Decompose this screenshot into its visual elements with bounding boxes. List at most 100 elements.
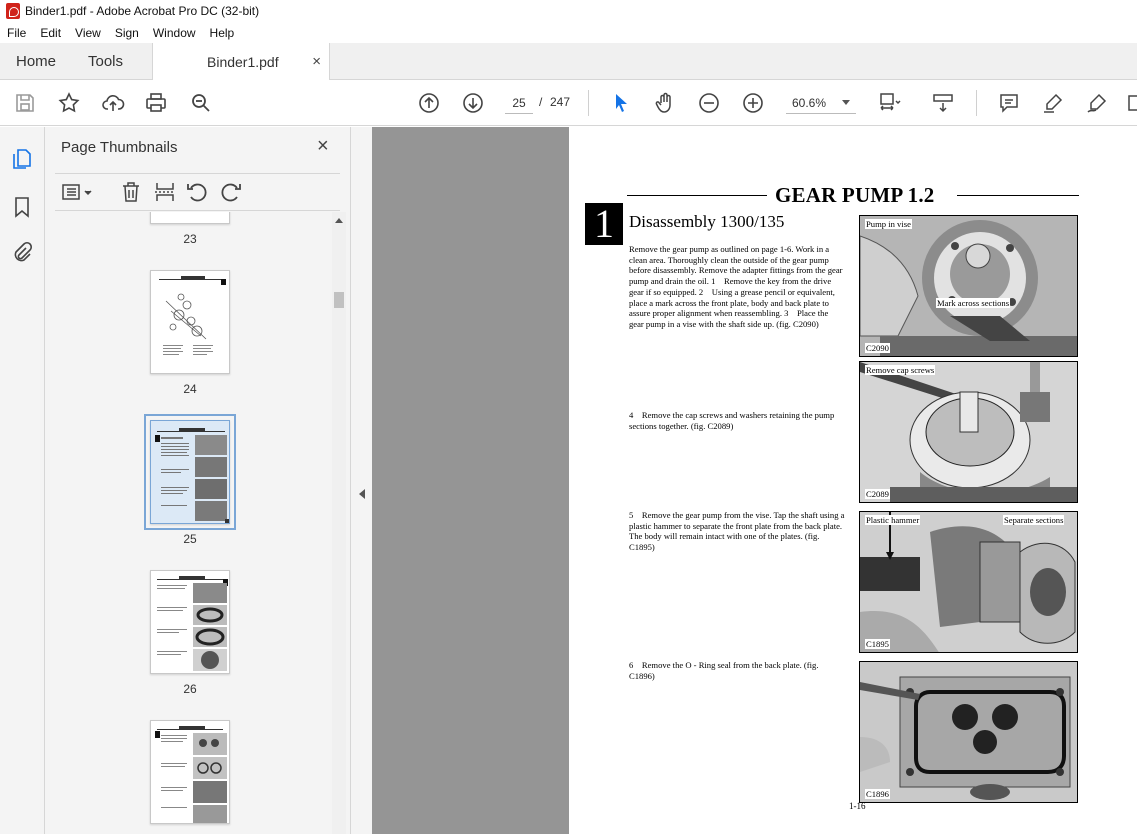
menu-view[interactable]: View	[68, 26, 108, 40]
pdf-page: GEAR PUMP 1.2 1 Disassembly 1300/135 Rem…	[569, 127, 1137, 834]
figure-code: C2089	[865, 489, 890, 499]
page-separator: /	[539, 95, 543, 109]
collapse-panel-icon[interactable]	[359, 489, 365, 499]
thumbnail-label: 25	[183, 532, 197, 546]
highlight-pen-icon[interactable]	[1040, 90, 1066, 116]
fit-page-icon[interactable]	[876, 90, 902, 116]
thumbnail-label: 24	[183, 382, 197, 396]
total-pages: 247	[550, 95, 571, 109]
figure-c1895: Plastic hammer Separate sections C1895	[859, 511, 1078, 653]
step-paragraph-5: 5 Remove the gear pump from the vise. Ta…	[629, 510, 845, 553]
thumbnail-list: 23 24 25 26	[55, 212, 345, 834]
figure-c1896: C1896	[859, 661, 1078, 803]
remove-cap-screws-photo	[860, 362, 1077, 502]
thumbnail-label: 23	[183, 232, 197, 246]
acrobat-app-icon	[6, 3, 20, 19]
thumbnail-page-23[interactable]	[150, 212, 230, 224]
o-ring-removal-photo	[860, 662, 1077, 802]
figure-label: Mark across sections	[936, 298, 1011, 308]
title-bar: Binder1.pdf - Adobe Acrobat Pro DC (32-b…	[0, 0, 1137, 22]
tab-home[interactable]: Home	[16, 43, 56, 80]
upload-cloud-icon[interactable]	[100, 90, 126, 116]
print-icon[interactable]	[143, 90, 169, 116]
bookmark-star-icon[interactable]	[56, 90, 82, 116]
figure-c2089: Remove cap screws C2089	[859, 361, 1078, 503]
document-view[interactable]: GEAR PUMP 1.2 1 Disassembly 1300/135 Rem…	[372, 127, 1137, 834]
zoom-in-icon[interactable]	[740, 90, 766, 116]
figure-label: Separate sections	[1003, 515, 1065, 525]
menu-bar: File Edit View Sign Window Help	[0, 22, 1137, 43]
page-thumbnails-panel: Page Thumbnails × 23 24 25 26	[45, 127, 350, 834]
figure-code: C1896	[865, 789, 890, 799]
thumbnail-page-26[interactable]	[150, 570, 230, 674]
step-paragraph-6: 6 Remove the O - Ring seal from the back…	[629, 660, 819, 681]
tab-document[interactable]: Binder1.pdf ×	[152, 43, 330, 81]
page-number-input[interactable]	[505, 92, 533, 114]
sign-pen-icon[interactable]	[1084, 90, 1110, 116]
figure-code: C2090	[865, 343, 890, 353]
toolbar-divider	[588, 90, 589, 116]
thumbnail-toolbar	[55, 173, 340, 211]
thumbnail-page-24[interactable]	[150, 270, 230, 374]
zoom-level-select[interactable]: 60.6%	[786, 92, 856, 114]
main-toolbar: / 247 60.6%	[0, 80, 1137, 126]
attachments-paperclip-icon[interactable]	[10, 241, 34, 265]
close-tab-icon[interactable]: ×	[312, 53, 321, 70]
menu-edit[interactable]: Edit	[33, 26, 68, 40]
pump-in-vise-photo	[860, 216, 1077, 356]
step-paragraph-1: Remove the gear pump as outlined on page…	[629, 244, 843, 329]
panel-splitter[interactable]	[350, 127, 372, 834]
section-number-box: 1	[585, 203, 623, 245]
thumbnail-scrollbar[interactable]	[332, 212, 346, 834]
thumbnail-page-27[interactable]	[150, 720, 230, 824]
heading-text: GEAR PUMP 1.2	[775, 183, 935, 207]
figure-label: Remove cap screws	[865, 365, 936, 375]
heading-rule-left	[627, 195, 767, 196]
window-title: Binder1.pdf - Adobe Acrobat Pro DC (32-b…	[25, 4, 260, 18]
delete-page-icon[interactable]	[119, 180, 143, 204]
menu-window[interactable]: Window	[146, 26, 203, 40]
scroll-mode-icon[interactable]	[930, 90, 956, 116]
figure-label: Pump in vise	[865, 219, 912, 229]
page-number: 1-16	[849, 801, 866, 811]
thumbnail-page-25[interactable]	[144, 414, 236, 530]
search-icon[interactable]	[188, 90, 214, 116]
next-page-icon[interactable]	[460, 90, 486, 116]
page-thumbnails-icon[interactable]	[10, 147, 34, 171]
chevron-down-icon	[842, 100, 850, 105]
thumbnail-label: 26	[183, 682, 197, 696]
panel-title: Page Thumbnails	[61, 139, 178, 156]
figure-label: Plastic hammer	[865, 515, 921, 525]
close-panel-icon[interactable]: ×	[317, 136, 329, 156]
zoom-level-value: 60.6%	[792, 96, 827, 110]
previous-page-icon[interactable]	[416, 90, 442, 116]
plastic-hammer-photo	[860, 512, 1077, 652]
tab-tools[interactable]: Tools	[88, 43, 123, 80]
page-heading: GEAR PUMP 1.2	[627, 183, 1079, 211]
menu-help[interactable]: Help	[203, 26, 242, 40]
heading-rule-right	[957, 195, 1079, 196]
rotate-right-icon[interactable]	[219, 180, 243, 204]
figure-c2090: Pump in vise Mark across sections C2090	[859, 215, 1078, 357]
bookmarks-icon[interactable]	[10, 195, 34, 219]
scroll-up-icon[interactable]	[335, 218, 343, 223]
more-tools-icon[interactable]	[1124, 90, 1137, 116]
zoom-out-icon[interactable]	[696, 90, 722, 116]
comment-icon[interactable]	[996, 90, 1022, 116]
thumbnail-options-menu[interactable]	[61, 180, 95, 204]
section-subtitle: Disassembly 1300/135	[629, 212, 785, 231]
tab-document-label: Binder1.pdf	[207, 54, 279, 70]
save-icon[interactable]	[12, 90, 38, 116]
step-paragraph-4: 4 Remove the cap screws and washers reta…	[629, 410, 835, 431]
tab-bar: Home Tools Binder1.pdf ×	[0, 43, 1137, 81]
menu-file[interactable]: File	[0, 26, 33, 40]
left-navigation-rail	[0, 127, 45, 834]
menu-sign[interactable]: Sign	[108, 26, 146, 40]
select-pointer-icon[interactable]	[608, 90, 634, 116]
toolbar-divider	[976, 90, 977, 116]
figure-code: C1895	[865, 639, 890, 649]
extract-pages-icon[interactable]	[153, 180, 177, 204]
rotate-left-icon[interactable]	[185, 180, 209, 204]
hand-tool-icon[interactable]	[652, 90, 678, 116]
scrollbar-thumb[interactable]	[334, 292, 344, 308]
